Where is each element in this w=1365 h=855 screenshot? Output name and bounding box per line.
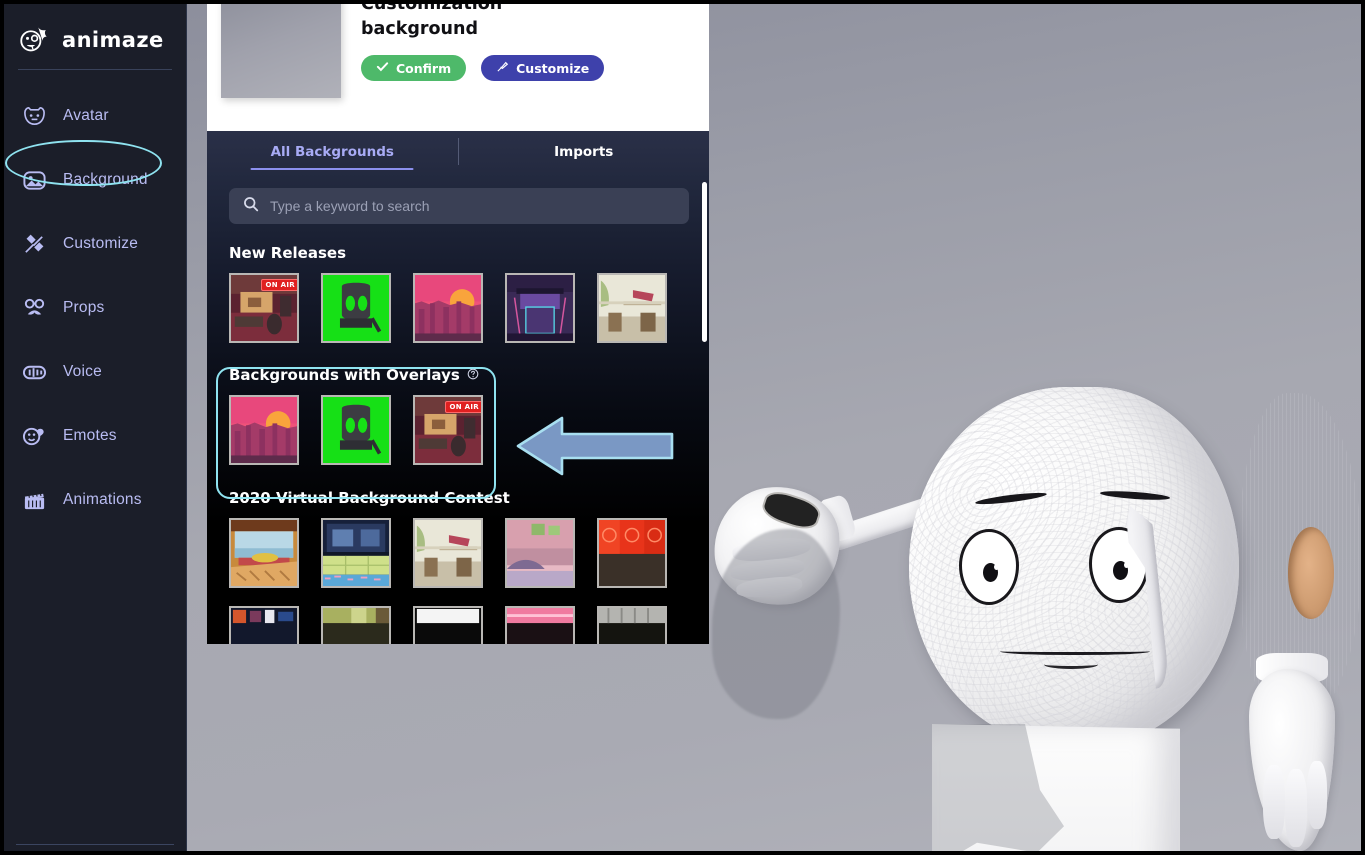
sidebar-item-label: Emotes (63, 427, 117, 444)
confirm-button[interactable]: Confirm (361, 55, 467, 81)
section-title: Backgrounds with Overlays (229, 366, 689, 384)
sidebar-item-voice[interactable]: Voice (4, 340, 186, 404)
image-icon (21, 167, 47, 193)
sidebar-item-background[interactable]: Background (4, 148, 186, 212)
section-title-text: 2020 Virtual Background Contest (229, 489, 510, 507)
toilet-paper-roll-character (704, 379, 1361, 851)
sidebar-item-label: Animations (63, 491, 142, 508)
sidebar-item-label: Props (63, 299, 105, 316)
thumbnail-pink-sakura-scene[interactable] (505, 606, 575, 644)
sidebar-item-label: Customize (63, 235, 139, 252)
glasses-mustache-icon (21, 295, 47, 321)
thumbnail-sunny-patio-cafe[interactable] (597, 273, 667, 343)
left-arrow-annotation (516, 414, 676, 478)
check-icon (376, 60, 389, 76)
section-partial-row (229, 606, 689, 644)
thumbnail-red-lanterns-wall[interactable] (597, 518, 667, 588)
character-mouth (1000, 647, 1150, 655)
page-title: Customization background (361, 0, 503, 39)
search-bar[interactable] (229, 188, 689, 224)
background-preview-thumbnail[interactable] (221, 0, 341, 98)
sidebar-divider (18, 69, 172, 70)
thumbnail-city-night-street[interactable] (229, 606, 299, 644)
thumbnail-row (229, 606, 689, 644)
brush-tools-icon (21, 231, 47, 257)
thumbnail-pastel-lounge-sofa[interactable] (505, 518, 575, 588)
tab-all-backgrounds[interactable]: All Backgrounds (207, 131, 458, 172)
thumbnail-sunset-loft-window[interactable] (229, 518, 299, 588)
sidebar-item-customize[interactable]: Customize (4, 212, 186, 276)
panel-tabs: All Backgrounds Imports (207, 131, 709, 172)
thumbnail-sunny-patio-cafe[interactable] (413, 518, 483, 588)
thumbnail-sunset-city-skyline[interactable] (229, 395, 299, 465)
app-logo[interactable]: animaze (4, 4, 186, 60)
panel-scrollbar[interactable] (702, 182, 707, 342)
thumbnail-grey-stone-hall[interactable] (597, 606, 667, 644)
thumbnail-night-tatami-balcony[interactable] (321, 518, 391, 588)
app-window: animaze Avatar Background Customize Prop… (0, 0, 1365, 855)
thumbnail-green-screen-chair[interactable] (321, 273, 391, 343)
on-air-badge: ON AIR (444, 401, 481, 413)
thumbnail-white-studio-room[interactable] (413, 606, 483, 644)
thumbnail-row (229, 518, 689, 588)
app-logo-text: animaze (62, 28, 164, 52)
background-preview-card: Customization background Confirm Customi… (207, 0, 709, 131)
sidebar-item-avatar[interactable]: Avatar (4, 84, 186, 148)
section-title-text: New Releases (229, 244, 346, 262)
thumbnail-sunset-city-skyline[interactable] (413, 273, 483, 343)
thumbnail-green-field-path[interactable] (321, 606, 391, 644)
emote-smiley-icon (21, 423, 47, 449)
sidebar-bottom-divider (16, 844, 174, 845)
sidebar-item-label: Voice (63, 363, 102, 380)
section-new-releases: New Releases ON AIR (229, 244, 689, 343)
thumbnail-neon-car-interior[interactable] (505, 273, 575, 343)
character-lower-lip (1044, 660, 1098, 669)
sidebar-nav: Avatar Background Customize Props Voice … (4, 84, 186, 532)
thumbnail-row: ON AIR (229, 273, 689, 343)
section-title-text: Backgrounds with Overlays (229, 366, 460, 384)
sidebar-item-emotes[interactable]: Emotes (4, 404, 186, 468)
section-title: New Releases (229, 244, 689, 262)
clapperboard-icon (21, 487, 47, 513)
customize-button-label: Customize (516, 60, 590, 76)
thumbnail-streamer-room-on-air[interactable]: ON AIR (413, 395, 483, 465)
sidebar-item-label: Avatar (63, 107, 109, 124)
character-right-hand (1249, 669, 1335, 851)
customize-button[interactable]: Customize (481, 55, 605, 81)
sidebar-item-label: Background (63, 171, 148, 188)
sidebar: animaze Avatar Background Customize Prop… (4, 4, 187, 851)
thumbnail-streamer-room-on-air[interactable]: ON AIR (229, 273, 299, 343)
avatar-face-icon (21, 103, 47, 129)
tab-imports[interactable]: Imports (459, 131, 710, 172)
background-panel: Customization background Confirm Customi… (207, 0, 709, 644)
question-circle-icon[interactable] (467, 366, 479, 384)
tab-label: Imports (554, 143, 614, 160)
confirm-button-label: Confirm (396, 60, 452, 76)
section-2020-virtual-background-contest: 2020 Virtual Background Contest (229, 489, 689, 588)
character-roll-core-hole (1288, 527, 1334, 619)
search-icon (243, 196, 259, 217)
animaze-face-logo (18, 25, 52, 55)
background-list: New Releases (207, 172, 709, 644)
tab-label: All Backgrounds (270, 143, 394, 160)
voice-wave-icon (21, 359, 47, 385)
thumbnail-green-screen-chair[interactable] (321, 395, 391, 465)
sidebar-item-props[interactable]: Props (4, 276, 186, 340)
section-title: 2020 Virtual Background Contest (229, 489, 689, 507)
search-input[interactable] (270, 198, 675, 214)
sidebar-item-animations[interactable]: Animations (4, 468, 186, 532)
paintbrush-icon (496, 60, 509, 76)
character-left-eye (959, 529, 1019, 605)
on-air-badge: ON AIR (260, 279, 297, 291)
